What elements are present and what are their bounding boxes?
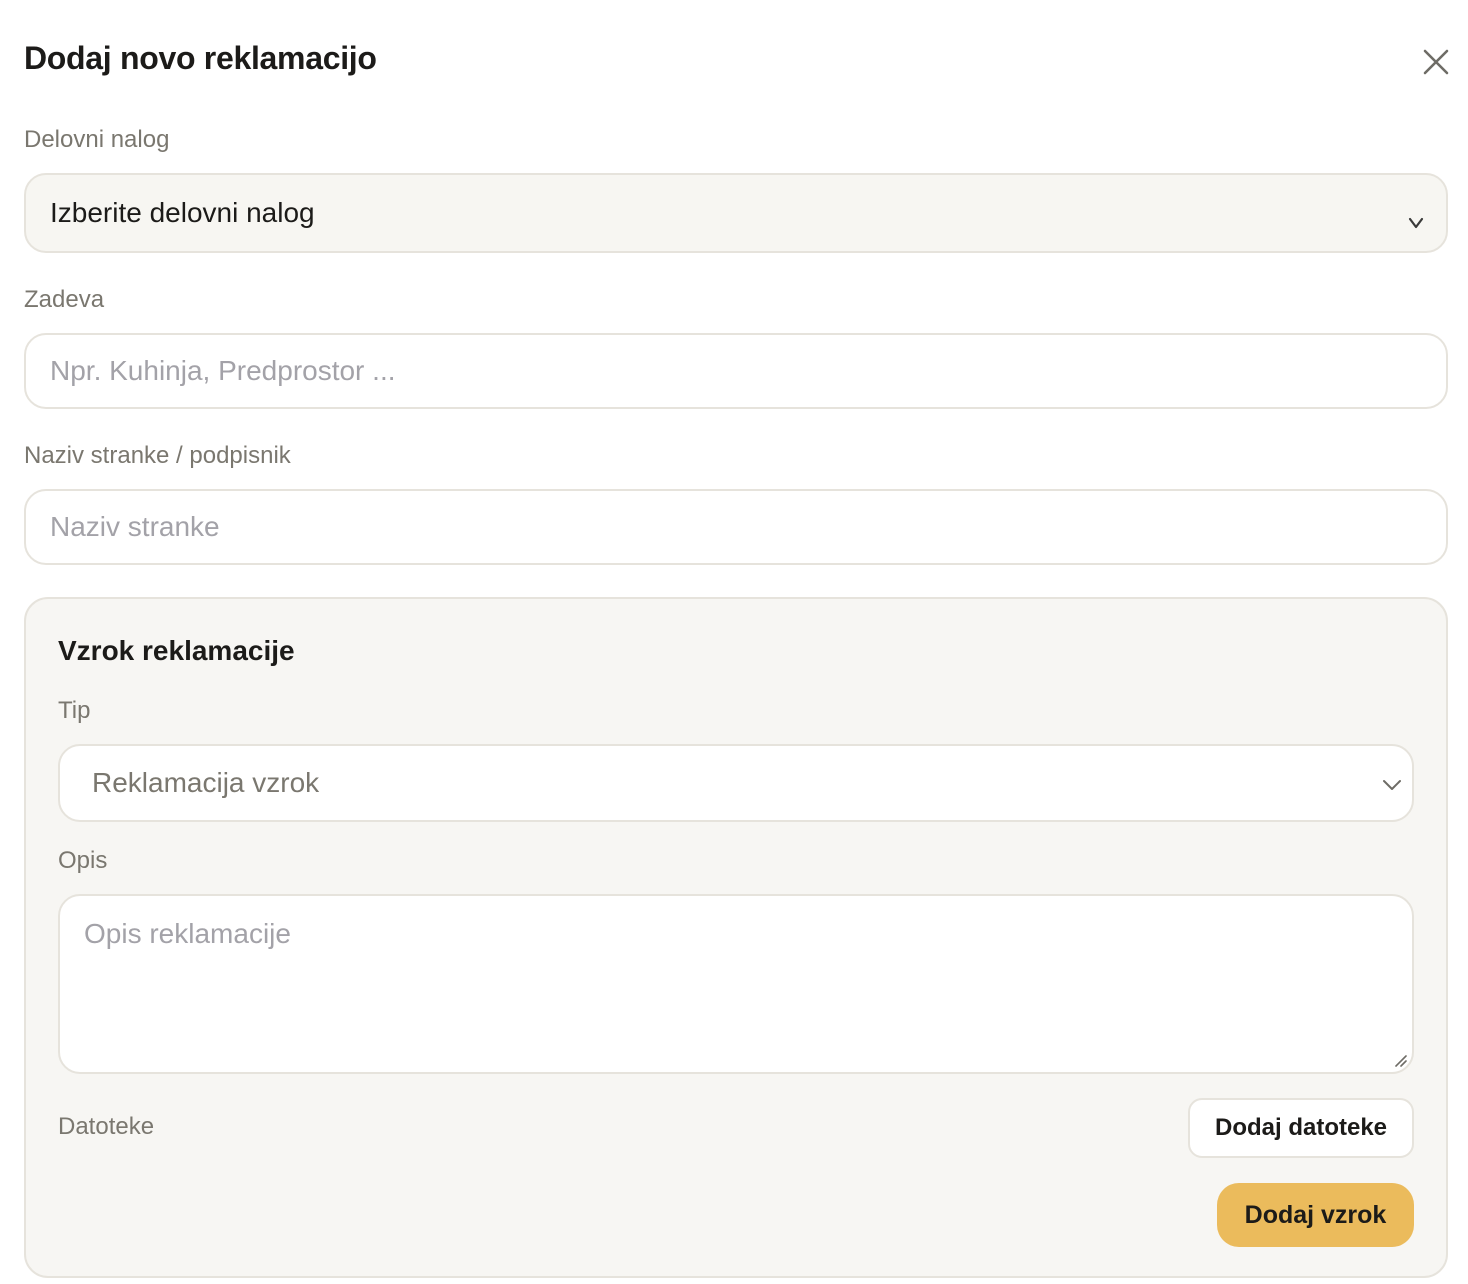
close-button[interactable] [1418, 44, 1454, 80]
customer-label: Naziv stranke / podpisnik [24, 442, 291, 469]
files-label: Datoteke [58, 1113, 155, 1140]
cause-panel-title: Vzrok reklamacije [58, 635, 295, 666]
type-select[interactable]: Reklamacija vzrok [58, 744, 1414, 822]
modal-title: Dodaj novo reklamacijo [24, 40, 377, 76]
description-label: Opis [58, 847, 108, 874]
description-placeholder: Opis reklamacije [84, 918, 291, 949]
work-order-select[interactable]: Izberite delovni nalog [24, 173, 1448, 253]
subject-placeholder: Npr. Kuhinja, Predprostor ... [50, 355, 396, 386]
subject-input[interactable]: Npr. Kuhinja, Predprostor ... [24, 333, 1448, 409]
description-textarea[interactable]: Opis reklamacije [58, 894, 1414, 1074]
chevron-down-icon [1383, 780, 1401, 790]
subject-label: Zadeva [24, 286, 105, 313]
close-icon [1423, 49, 1449, 75]
customer-input[interactable]: Naziv stranke [24, 489, 1448, 565]
customer-placeholder: Naziv stranke [50, 511, 220, 542]
add-complaint-modal: Dodaj novo reklamacijo Delovni nalog Izb… [0, 0, 1468, 1284]
type-selected: Reklamacija vzrok [92, 767, 320, 798]
work-order-label: Delovni nalog [24, 126, 170, 153]
add-files-button[interactable]: Dodaj datoteke [1188, 1098, 1414, 1158]
chevron-down-icon [1408, 217, 1424, 229]
type-label: Tip [58, 697, 91, 724]
add-cause-button[interactable]: Dodaj vzrok [1217, 1183, 1414, 1247]
resize-handle-icon[interactable] [1392, 1052, 1408, 1068]
work-order-selected: Izberite delovni nalog [50, 197, 315, 228]
cause-panel: Vzrok reklamacije Tip Reklamacija vzrok … [24, 597, 1448, 1278]
